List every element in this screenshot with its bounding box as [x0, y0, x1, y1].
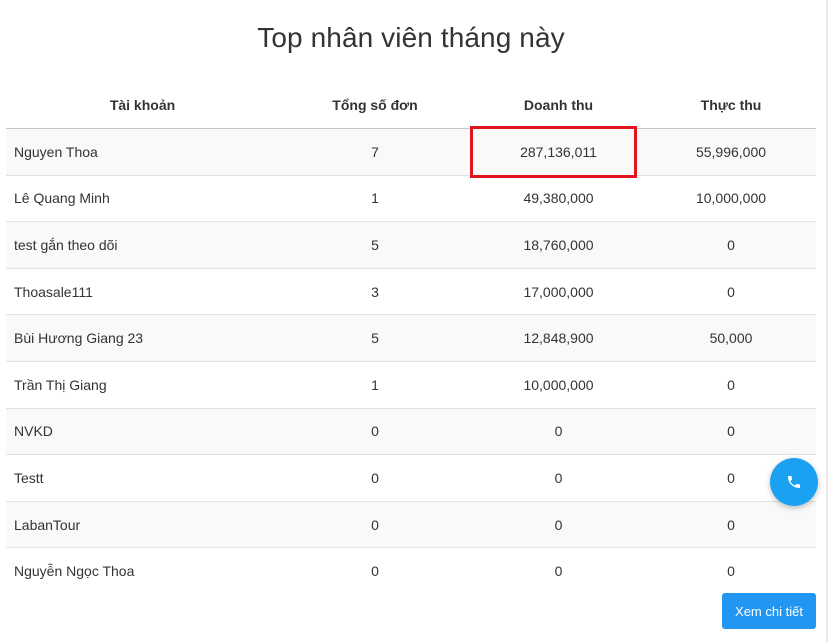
- account-cell: Lê Quang Minh: [6, 175, 279, 223]
- table-header-row: Tài khoản Tổng số đơn Doanh thu Thực thu: [6, 82, 816, 129]
- revenue-cell: 17,000,000: [471, 268, 646, 316]
- account-cell: Thoasale111: [6, 268, 279, 316]
- header-orders: Tổng số đơn: [279, 82, 471, 129]
- orders-cell: 5: [279, 314, 471, 362]
- account-cell: Bùi Hương Giang 23: [6, 314, 279, 362]
- table-row: LabanTour 0 0 0: [6, 501, 816, 549]
- page-title: Top nhân viên tháng này: [257, 22, 565, 53]
- table-row: Testt 0 0 0: [6, 454, 816, 502]
- received-cell: 50,000: [646, 314, 816, 362]
- revenue-cell: 287,136,011: [470, 126, 646, 178]
- revenue-cell: 0: [471, 501, 646, 549]
- revenue-cell: 12,848,900: [471, 314, 646, 362]
- received-cell: 0: [646, 361, 816, 409]
- revenue-cell: 18,760,000: [471, 221, 646, 269]
- received-cell: 0: [727, 563, 735, 580]
- table-row: test gắn theo dõi 5 18,760,000 0: [6, 221, 816, 269]
- table-row: Bùi Hương Giang 23 5 12,848,900 50,000: [6, 314, 816, 362]
- account-cell: NVKD: [6, 408, 279, 456]
- revenue-cell: 49,380,000: [471, 175, 646, 223]
- header-revenue: Doanh thu: [471, 82, 646, 129]
- orders-cell: 0: [279, 501, 471, 549]
- table-row: Thoasale111 3 17,000,000 0: [6, 268, 816, 316]
- orders-cell: 1: [279, 175, 471, 223]
- call-button[interactable]: [770, 458, 818, 506]
- revenue-cell: 0: [471, 454, 646, 502]
- revenue-value: 287,136,011: [520, 143, 597, 160]
- received-cell: 0: [646, 221, 816, 269]
- top-employees-table: Tài khoản Tổng số đơn Doanh thu Thực thu…: [6, 82, 816, 594]
- account-cell: Trần Thị Giang: [6, 361, 279, 409]
- orders-cell: 5: [279, 221, 471, 269]
- header-received: Thực thu: [646, 82, 816, 129]
- table-row: Lê Quang Minh 1 49,380,000 10,000,000: [6, 175, 816, 223]
- orders-cell: 7: [279, 128, 471, 176]
- table-row: Nguyen Thoa 7 287,136,011 55,996,000: [6, 126, 816, 178]
- table-row: Nguyễn Ngọc Thoa 0 0 0: [6, 548, 816, 594]
- account-cell: test gắn theo dõi: [6, 221, 279, 269]
- orders-cell: 0: [279, 454, 471, 502]
- phone-icon: [786, 474, 802, 490]
- received-cell: 0: [646, 501, 816, 549]
- view-details-button[interactable]: Xem chi tiết: [722, 593, 816, 629]
- account-cell: Nguyen Thoa: [6, 128, 279, 176]
- account-cell: Nguyễn Ngọc Thoa: [14, 563, 135, 580]
- table-row: NVKD 0 0 0: [6, 408, 816, 456]
- revenue-cell: 10,000,000: [471, 361, 646, 409]
- account-cell: LabanTour: [6, 501, 279, 549]
- orders-cell: 0: [371, 563, 379, 580]
- received-cell: 0: [646, 408, 816, 456]
- received-cell: 10,000,000: [646, 175, 816, 223]
- table-row: Trần Thị Giang 1 10,000,000 0: [6, 361, 816, 409]
- header-account: Tài khoản: [6, 82, 279, 129]
- orders-cell: 0: [279, 408, 471, 456]
- orders-cell: 1: [279, 361, 471, 409]
- orders-cell: 3: [279, 268, 471, 316]
- received-cell: 0: [646, 268, 816, 316]
- revenue-cell: 0: [554, 563, 563, 580]
- account-cell: Testt: [6, 454, 279, 502]
- revenue-cell: 0: [471, 408, 646, 456]
- received-cell: 55,996,000: [646, 128, 816, 176]
